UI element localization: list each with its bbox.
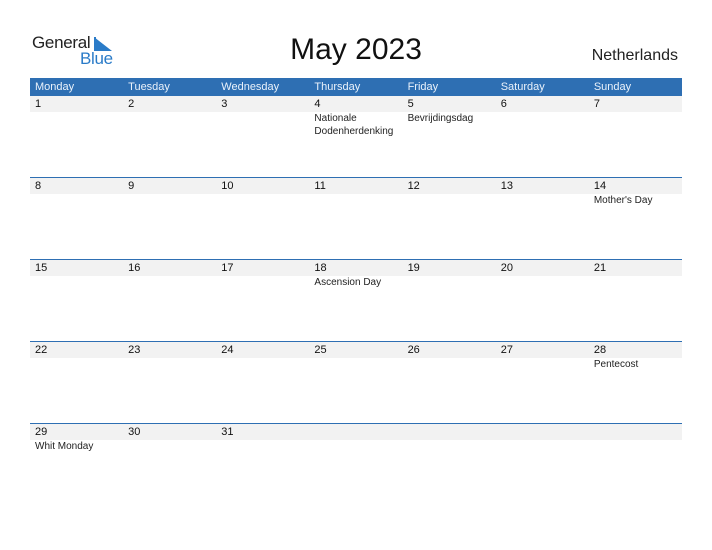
day-cell: 6 bbox=[496, 96, 589, 138]
day-cell: 12 bbox=[403, 178, 496, 207]
day-cell: 17 bbox=[216, 260, 309, 289]
day-cell: 4 Nationale Dodenherdenking bbox=[309, 96, 402, 138]
day-number: 21 bbox=[593, 262, 607, 274]
week-cells: 22 23 24 25 26 27 28 Pentecost bbox=[30, 342, 682, 371]
day-number: 10 bbox=[221, 180, 234, 192]
day-cell: 29 Whit Monday bbox=[30, 424, 123, 453]
day-number: 2 bbox=[128, 98, 135, 110]
day-cell: 22 bbox=[30, 342, 123, 371]
day-cell: 30 bbox=[123, 424, 216, 453]
day-number: 14 bbox=[593, 180, 607, 192]
weekday-monday: Monday bbox=[35, 81, 75, 93]
day-cell: 21 bbox=[589, 260, 682, 289]
calendar-grid: Monday Tuesday Wednesday Thursday Friday… bbox=[30, 78, 682, 505]
day-cell: 7 bbox=[589, 96, 682, 138]
week-cells: 8 9 10 11 12 13 14 Mother's Day bbox=[30, 178, 682, 207]
weekday-header: Monday Tuesday Wednesday Thursday Friday… bbox=[30, 78, 682, 96]
day-cell: 9 bbox=[123, 178, 216, 207]
day-number: 1 bbox=[35, 98, 42, 110]
day-number: 4 bbox=[314, 98, 321, 110]
day-number bbox=[314, 424, 402, 440]
day-cell: 26 bbox=[403, 342, 496, 371]
holiday-label: Nationale Dodenherdenking bbox=[314, 113, 394, 137]
day-number: 7 bbox=[593, 98, 600, 110]
day-cell: 19 bbox=[403, 260, 496, 289]
day-number bbox=[501, 424, 589, 440]
day-cell bbox=[496, 424, 589, 453]
week-cells: 29 Whit Monday 30 31 bbox=[30, 424, 682, 453]
weeks-container: 1 2 3 4 Nationale Dodenherdenking 5 Bevrijding… bbox=[30, 96, 682, 505]
day-cell: 1 bbox=[30, 96, 123, 138]
week-row: 29 Whit Monday 30 31 bbox=[30, 423, 682, 505]
day-number: 5 bbox=[407, 98, 414, 110]
week-cells: 15 16 17 18 Ascension Day 19 20 21 bbox=[30, 260, 682, 289]
day-cell: 18 Ascension Day bbox=[309, 260, 402, 289]
day-number: 23 bbox=[128, 344, 141, 356]
week-row: 1 2 3 4 Nationale Dodenherdenking 5 Bevrijding… bbox=[30, 96, 682, 177]
day-number: 13 bbox=[500, 180, 513, 192]
weekday-friday: Friday bbox=[407, 81, 439, 93]
day-cell: 2 bbox=[123, 96, 216, 138]
day-number: 24 bbox=[221, 344, 234, 356]
day-number: 15 bbox=[35, 262, 48, 274]
day-number: 17 bbox=[221, 262, 234, 274]
day-cell: 16 bbox=[123, 260, 216, 289]
day-cell: 5 Bevrijdingsdag bbox=[403, 96, 496, 138]
day-number: 19 bbox=[407, 262, 420, 274]
day-number: 31 bbox=[221, 426, 234, 438]
day-number: 9 bbox=[128, 180, 135, 192]
day-number: 27 bbox=[500, 344, 513, 356]
holiday-label: Ascension Day bbox=[314, 277, 382, 288]
day-cell bbox=[309, 424, 402, 453]
day-cell: 8 bbox=[30, 178, 123, 207]
day-cell bbox=[589, 424, 682, 453]
day-number: 26 bbox=[407, 344, 420, 356]
week-row: 22 23 24 25 26 27 28 Pentecost bbox=[30, 341, 682, 423]
weekday-saturday: Saturday bbox=[500, 81, 545, 93]
day-number: 20 bbox=[500, 262, 513, 274]
weekday-wednesday: Wednesday bbox=[221, 81, 280, 93]
day-cell: 15 bbox=[30, 260, 123, 289]
day-cell: 14 Mother's Day bbox=[589, 178, 682, 207]
day-number: 25 bbox=[314, 344, 327, 356]
day-cell: 27 bbox=[496, 342, 589, 371]
week-row: 8 9 10 11 12 13 14 Mother's Day bbox=[30, 177, 682, 259]
weekday-tuesday: Tuesday bbox=[128, 81, 170, 93]
day-number: 11 bbox=[314, 180, 326, 192]
country-label: Netherlands bbox=[591, 47, 678, 64]
day-number: 16 bbox=[128, 262, 141, 274]
day-cell: 10 bbox=[216, 178, 309, 207]
day-cell: 11 bbox=[309, 178, 402, 207]
day-cell: 13 bbox=[496, 178, 589, 207]
holiday-label: Whit Monday bbox=[35, 441, 94, 452]
day-cell: 20 bbox=[496, 260, 589, 289]
day-cell: 23 bbox=[123, 342, 216, 371]
day-number: 3 bbox=[221, 98, 228, 110]
day-cell: 24 bbox=[216, 342, 309, 371]
day-number: 12 bbox=[407, 180, 420, 192]
holiday-label: Pentecost bbox=[593, 359, 639, 370]
weekday-sunday: Sunday bbox=[593, 81, 632, 93]
day-number: 22 bbox=[35, 344, 48, 356]
holiday-label: Bevrijdingsdag bbox=[407, 113, 474, 124]
day-number: 30 bbox=[128, 426, 141, 438]
day-cell: 25 bbox=[309, 342, 402, 371]
day-cell: 3 bbox=[216, 96, 309, 138]
week-row: 15 16 17 18 Ascension Day 19 20 21 bbox=[30, 259, 682, 341]
day-number: 29 bbox=[35, 426, 48, 438]
day-number bbox=[408, 424, 496, 440]
week-cells: 1 2 3 4 Nationale Dodenherdenking 5 Bevrijding… bbox=[30, 96, 682, 138]
day-number: 28 bbox=[593, 344, 607, 356]
day-number: 18 bbox=[314, 262, 327, 274]
day-number: 8 bbox=[35, 180, 42, 192]
day-cell: 31 bbox=[216, 424, 309, 453]
day-number: 6 bbox=[500, 98, 507, 110]
day-cell bbox=[403, 424, 496, 453]
weekday-thursday: Thursday bbox=[314, 81, 361, 93]
day-cell: 28 Pentecost bbox=[589, 342, 682, 371]
holiday-label: Mother's Day bbox=[593, 195, 653, 206]
day-number bbox=[594, 424, 682, 440]
